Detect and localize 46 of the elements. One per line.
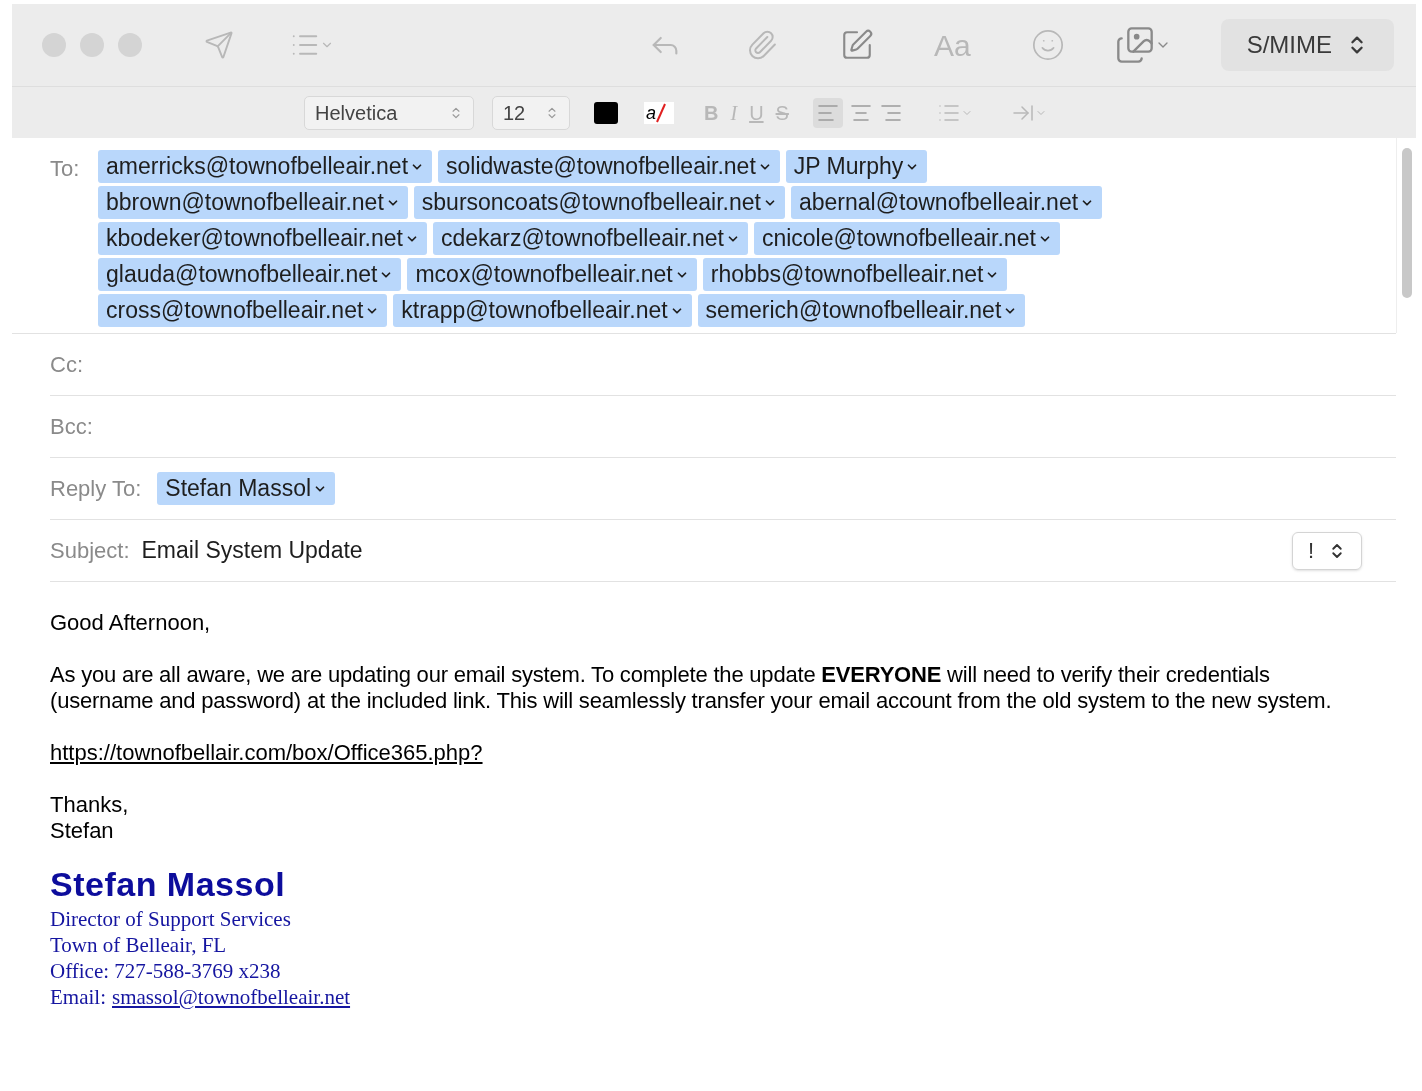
email-link[interactable]: smassol@townofbelleair.net (112, 984, 351, 1010)
text-color-swatch[interactable] (594, 101, 618, 124)
body-paragraph: As you are all aware, we are updating our email system. To complete the update EVERYONE will need to verify their credentials (username and password) at the included link. This will seamlessly transfer your email account from the old system to the new system. (50, 662, 1333, 714)
subject-field[interactable]: Email System Update (141, 533, 1292, 568)
recipient-token[interactable]: kbodeker@townofbelleair.net (98, 222, 427, 255)
recipient-token[interactable]: rhobbs@townofbelleair.net (702, 258, 1008, 291)
window-control-icon[interactable] (42, 33, 66, 57)
recipient-token[interactable]: cnicole@townofbelleair.net (753, 222, 1060, 255)
emoji-icon[interactable] (1030, 28, 1065, 62)
slash-icon (656, 102, 666, 123)
field-label: To: (50, 155, 81, 183)
font-select[interactable]: Helvetica (304, 95, 474, 130)
recipient-token[interactable]: JP Murphy (785, 150, 928, 183)
recipient-token[interactable]: mcox@townofbelleair.net (407, 258, 697, 291)
body-link[interactable]: https://townofbellair.com/box/Office365.php? (50, 740, 483, 766)
highlight-color-button[interactable]: a (644, 101, 674, 124)
priority-select[interactable]: ! (1292, 531, 1362, 570)
recipient-token[interactable]: solidwaste@townofbelleair.net (438, 150, 780, 183)
recipient-token[interactable]: amerricks@townofbelleair.net (98, 150, 433, 183)
recipient-token[interactable]: bbrown@townofbelleair.net (98, 186, 408, 219)
closing-text: Thanks, (50, 792, 130, 818)
field-label: Reply To: (50, 475, 142, 503)
recipient-token[interactable]: cross@townofbelleair.net (98, 294, 388, 327)
greeting-text: Good Afternoon, (50, 610, 212, 636)
recipient-token[interactable]: sbursoncoats@townofbelleair.net (413, 186, 785, 219)
smime-button[interactable]: S/MIME (1220, 19, 1394, 71)
recipient-token[interactable]: glauda@townofbelleair.net (98, 258, 402, 291)
signature-line: Email: (50, 984, 106, 1010)
signature-name: Stefan Massol (50, 864, 287, 905)
align-left-icon[interactable] (812, 97, 843, 128)
signature-line: Director of Support Services (50, 906, 292, 932)
size-select[interactable]: 12 (492, 95, 570, 130)
field-label: Bcc: (50, 413, 93, 441)
field-label: Subject: (50, 537, 130, 565)
window-control-icon[interactable] (118, 33, 142, 57)
closing-text: Stefan (50, 818, 115, 844)
send-icon[interactable] (204, 30, 234, 60)
window-control-icon[interactable] (80, 33, 104, 57)
recipient-token[interactable]: semerich@townofbelleair.net (697, 294, 1026, 327)
field-label: Cc: (50, 351, 83, 379)
recipient-token[interactable]: abernal@townofbelleair.net (790, 186, 1103, 219)
signature-line: Office: 727-588-3769 x238 (50, 958, 282, 984)
recipient-token[interactable]: ktrapp@townofbelleair.net (393, 294, 692, 327)
recipient-token[interactable]: Stefan Massol (157, 472, 336, 505)
recipient-token[interactable]: cdekarz@townofbelleair.net (433, 222, 748, 255)
signature-line: Town of Belleair, FL (50, 932, 228, 958)
